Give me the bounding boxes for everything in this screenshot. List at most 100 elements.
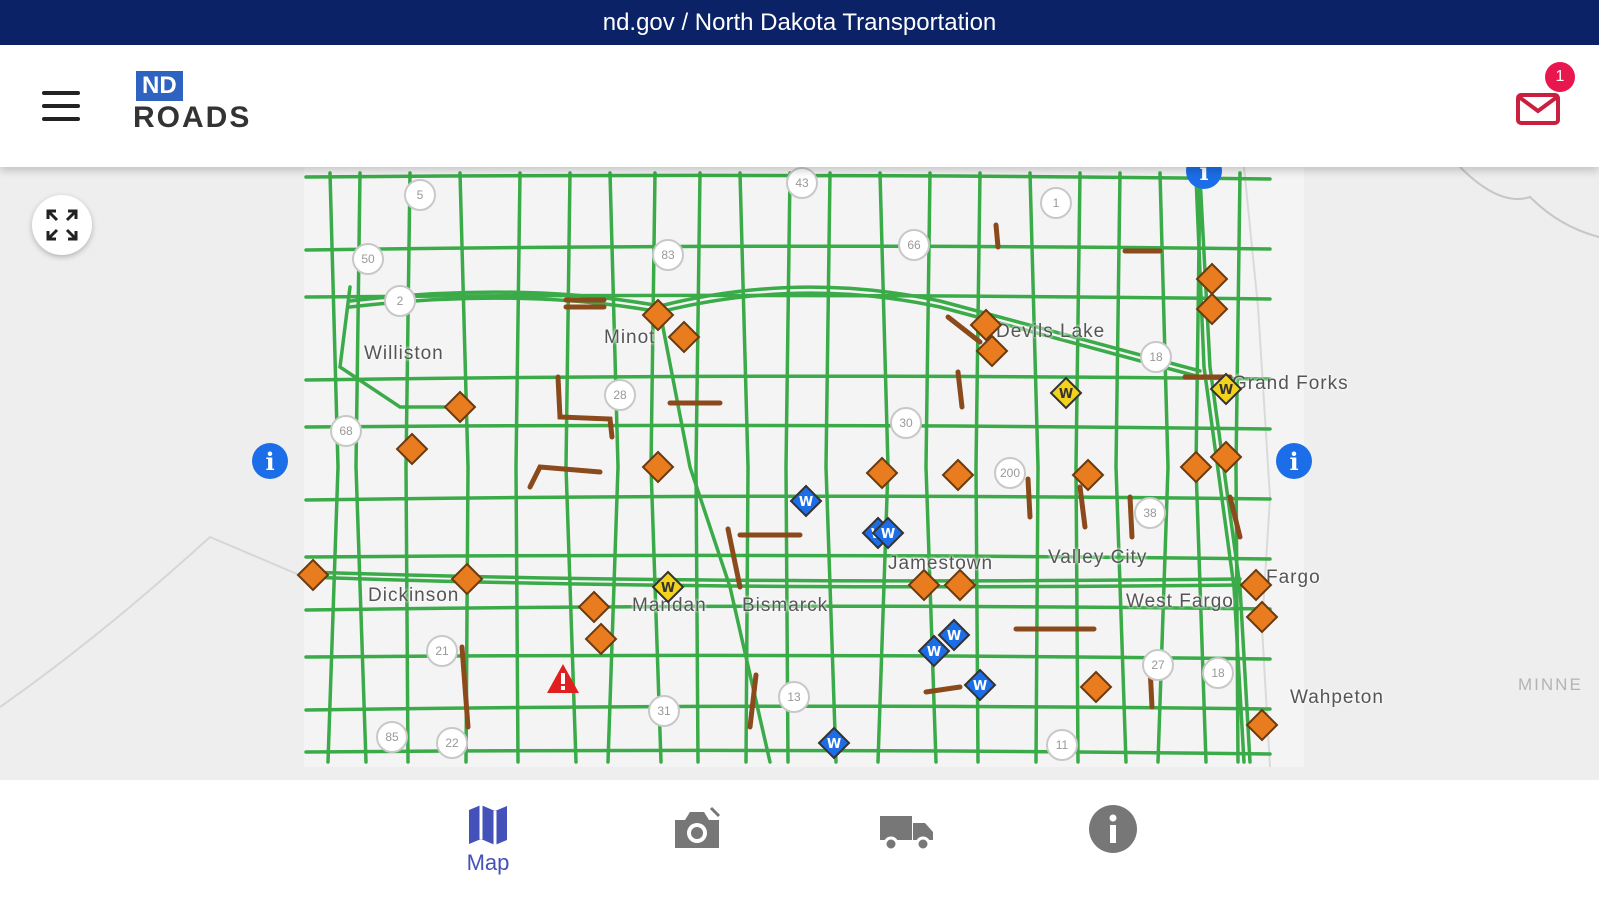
- incident-marker[interactable]: [865, 456, 899, 495]
- route-shield: 21: [426, 635, 458, 667]
- route-shield: 13: [778, 681, 810, 713]
- route-shield: 22: [436, 727, 468, 759]
- city-label: Valley City: [1048, 547, 1148, 568]
- incident-icon: [941, 458, 975, 492]
- route-shield: 1: [1040, 187, 1072, 219]
- hamburger-icon: [42, 91, 80, 95]
- weather-warning-marker[interactable]: W: [1049, 376, 1083, 415]
- tab-cameras[interactable]: [652, 802, 742, 882]
- route-shield: 18: [1202, 657, 1234, 689]
- svg-text:W: W: [947, 629, 961, 644]
- truck-icon: [880, 816, 933, 852]
- incident-icon: [450, 562, 484, 596]
- menu-button[interactable]: [36, 87, 86, 127]
- incident-marker[interactable]: [1079, 670, 1113, 709]
- weather-warning-marker[interactable]: W: [1209, 372, 1243, 411]
- incident-icon: [577, 590, 611, 624]
- app-header: ND ROADS 1: [0, 45, 1599, 167]
- city-label: Dickinson: [368, 585, 460, 606]
- incident-icon: [1209, 440, 1243, 474]
- incident-icon: [907, 568, 941, 602]
- weather-warning-icon: W: [1209, 372, 1243, 406]
- map-icon: [469, 805, 507, 845]
- road-weather-icon: W: [789, 484, 823, 518]
- weather-warning-icon: W: [1049, 376, 1083, 410]
- tab-info[interactable]: [1068, 802, 1158, 882]
- incident-marker[interactable]: [975, 334, 1009, 373]
- restricted-road-segment: [993, 222, 1001, 250]
- incident-icon: [641, 450, 675, 484]
- route-shield: 200: [994, 457, 1026, 489]
- weather-warning-marker[interactable]: W: [651, 570, 685, 609]
- svg-text:W: W: [799, 495, 813, 510]
- tab-map-label: Map: [466, 850, 510, 875]
- route-shield: 85: [376, 721, 408, 753]
- route-shield: 68: [330, 415, 362, 447]
- incident-marker[interactable]: [1209, 440, 1243, 479]
- route-shield: 28: [604, 379, 636, 411]
- bottom-navigation: Map: [0, 780, 1599, 900]
- incident-marker[interactable]: [1195, 292, 1229, 331]
- route-shield: 50: [352, 243, 384, 275]
- hamburger-icon-bar: [42, 117, 80, 121]
- fullscreen-button[interactable]: [32, 195, 92, 255]
- incident-marker[interactable]: [667, 320, 701, 359]
- incident-marker[interactable]: [395, 432, 429, 471]
- incident-icon: [1245, 708, 1279, 742]
- nd-roads-logo[interactable]: ND ROADS: [133, 71, 273, 141]
- incident-marker[interactable]: [450, 562, 484, 601]
- road-conditions-map[interactable]: Williston Minot Devils Lake Grand Forks …: [0, 167, 1599, 780]
- incident-marker[interactable]: [941, 458, 975, 497]
- road-weather-marker[interactable]: W: [817, 726, 851, 765]
- notification-badge: 1: [1545, 62, 1575, 92]
- road-weather-marker[interactable]: W: [937, 618, 971, 657]
- city-label: Bismarck: [742, 595, 829, 616]
- camera-icon: [675, 806, 721, 848]
- city-label: Fargo: [1266, 567, 1321, 588]
- incident-marker[interactable]: [296, 558, 330, 597]
- incident-icon: [1179, 450, 1213, 484]
- road-weather-icon: W: [871, 516, 905, 550]
- info-marker-icon[interactable]: i: [1276, 443, 1312, 479]
- incident-marker[interactable]: [1245, 708, 1279, 747]
- incident-icon: [667, 320, 701, 354]
- tab-map[interactable]: Map: [443, 802, 533, 882]
- road-weather-icon: W: [963, 668, 997, 702]
- alert-marker[interactable]: [545, 662, 581, 701]
- route-shield: 66: [898, 229, 930, 261]
- incident-marker[interactable]: [641, 450, 675, 489]
- incident-icon: [1071, 458, 1105, 492]
- expand-icon: [46, 209, 78, 241]
- route-shield: 5: [404, 179, 436, 211]
- restricted-road-segment: [1127, 494, 1135, 540]
- road-weather-marker[interactable]: W: [789, 484, 823, 523]
- tab-trucking[interactable]: [862, 802, 952, 882]
- incident-marker[interactable]: [943, 568, 977, 607]
- incident-marker[interactable]: [584, 622, 618, 661]
- incident-marker[interactable]: [1071, 458, 1105, 497]
- incident-icon: [1245, 600, 1279, 634]
- route-shield: 11: [1046, 729, 1078, 761]
- weather-warning-icon: W: [651, 570, 685, 604]
- road-weather-marker[interactable]: W: [963, 668, 997, 707]
- incident-icon: [1195, 292, 1229, 326]
- logo-nd: ND: [136, 71, 183, 101]
- incident-marker[interactable]: [1245, 600, 1279, 639]
- route-shield: 31: [648, 695, 680, 727]
- road-weather-marker[interactable]: W: [871, 516, 905, 555]
- road-weather-icon: W: [937, 618, 971, 652]
- route-shield: 18: [1140, 341, 1172, 373]
- app-root: nd.gov / North Dakota Transportation ND …: [0, 0, 1599, 900]
- route-shield: 83: [652, 239, 684, 271]
- logo-roads: ROADS: [133, 101, 252, 134]
- route-shield: 2: [384, 285, 416, 317]
- incident-marker[interactable]: [1179, 450, 1213, 489]
- incident-marker[interactable]: [443, 390, 477, 429]
- city-label: Williston: [364, 343, 444, 364]
- incident-icon: [395, 432, 429, 466]
- info-marker-icon[interactable]: i: [252, 443, 288, 479]
- incident-marker[interactable]: [907, 568, 941, 607]
- incident-icon: [584, 622, 618, 656]
- incident-icon: [1079, 670, 1113, 704]
- hamburger-icon-bar: [42, 104, 80, 108]
